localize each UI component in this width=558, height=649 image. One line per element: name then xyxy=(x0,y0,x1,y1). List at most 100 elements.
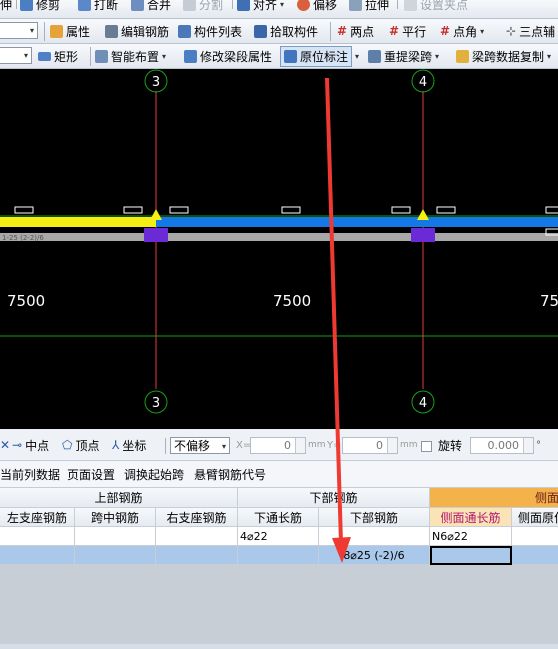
grip-point-tool[interactable]: 设置夹点 xyxy=(404,0,468,13)
table-menu: 当前列数据 页面设置 调换起始跨 悬臂钢筋代号 xyxy=(0,461,558,488)
midpoint-icon: ⊸ xyxy=(12,438,23,452)
group-header-bottom-rebar: 下部钢筋 xyxy=(238,488,430,508)
table-cell[interactable] xyxy=(0,546,75,565)
span-data-copy-button[interactable]: 梁跨数据复制 ▾ xyxy=(456,44,551,68)
layer-combo[interactable]: ▾ xyxy=(0,22,38,39)
merge-icon xyxy=(131,0,144,11)
col-side-in-situ-rebar[interactable]: 侧面原位 xyxy=(512,508,558,527)
properties-button[interactable]: 属性 xyxy=(50,19,90,43)
drawing-canvas[interactable]: 3 4 1-25 (2-2)/6 7500 7500 75 3 4 xyxy=(0,69,558,429)
vertex-snap[interactable]: ⬠ 顶点 xyxy=(62,436,99,454)
table-cell[interactable] xyxy=(75,546,156,565)
extend-tool[interactable]: 拉伸 xyxy=(349,0,389,13)
beam-rebar-table: 上部钢筋 下部钢筋 侧面钢 左支座钢筋 跨中钢筋 右支座钢筋 下通长筋 下部钢筋… xyxy=(0,488,558,644)
col-right-support-rebar[interactable]: 右支座钢筋 xyxy=(156,508,238,527)
extend-icon xyxy=(349,0,362,11)
plan-drawing[interactable]: 3 4 1-25 (2-2)/6 7500 7500 75 3 4 xyxy=(0,69,558,429)
grip-icon xyxy=(404,0,417,11)
table-cell[interactable]: 8⌀25 (-2)/6 xyxy=(319,546,430,565)
offset-tool[interactable]: 偏移 xyxy=(297,0,337,13)
table-cell[interactable] xyxy=(319,527,430,546)
bottom-scroll-area[interactable] xyxy=(0,644,558,649)
axis-bubble-bottom-3: 3 xyxy=(144,390,168,414)
re-extract-span-button[interactable]: 重提梁跨 ▾ xyxy=(368,44,439,68)
menu-cantilever-rebar-code[interactable]: 悬臂钢筋代号 xyxy=(194,466,266,483)
split-tool[interactable]: 分割 xyxy=(183,0,223,13)
dimension-label-3: 75 xyxy=(540,292,558,310)
menu-current-column-data[interactable]: 当前列数据 xyxy=(0,466,60,483)
table-cell[interactable] xyxy=(156,546,238,565)
snap-bar: ✕ ⊸ 中点 ⬠ 顶点 ⅄ 坐标 不偏移 ▾ X= 0 mm Y= 0 mm 旋转 0.… xyxy=(0,430,558,461)
beam-label: 1-25 (2-2)/6 xyxy=(2,234,44,242)
table-cell[interactable] xyxy=(156,527,238,546)
axis-label-bottom-3: 3 xyxy=(152,396,160,411)
trim-tool[interactable]: 修剪 xyxy=(20,0,60,13)
column-4 xyxy=(411,228,435,242)
col-bottom-continuous-rebar[interactable]: 下通长筋 xyxy=(238,508,319,527)
col-bottom-rebar[interactable]: 下部钢筋 xyxy=(319,508,430,527)
table-cell[interactable]: N6⌀22 xyxy=(430,527,512,546)
table-cell[interactable] xyxy=(75,527,156,546)
y-offset-input[interactable]: 0 xyxy=(342,437,398,454)
copy-brush-icon xyxy=(456,49,469,63)
break-icon xyxy=(78,0,91,11)
three-point-aux-button[interactable]: ⊹ 三点辅 xyxy=(506,19,555,43)
col-midspan-rebar[interactable]: 跨中钢筋 xyxy=(75,508,156,527)
active-table-cell[interactable] xyxy=(430,546,512,565)
two-point-button[interactable]: # 两点 xyxy=(337,19,374,43)
edit-toolbar: 伸 修剪 打断 合并 分割 对齐 ▾ 偏移 拉伸 设置夹点 xyxy=(0,0,558,19)
split-icon xyxy=(183,0,196,11)
component-list-button[interactable]: 构件列表 xyxy=(178,19,242,43)
point-angle-icon: # xyxy=(440,24,451,38)
pick-icon xyxy=(254,24,267,38)
rotate-checkbox[interactable] xyxy=(421,441,432,452)
coordinate-snap[interactable]: ⅄ 坐标 xyxy=(112,436,146,454)
re-extract-icon xyxy=(368,49,381,63)
menu-swap-start-span[interactable]: 调换起始跨 xyxy=(124,466,184,483)
group-header-side-rebar: 侧面钢 xyxy=(430,488,558,508)
table-cell[interactable] xyxy=(512,546,558,565)
x-label: X= xyxy=(236,439,252,451)
parallel-button[interactable]: # 平行 xyxy=(389,19,426,43)
pick-component-button[interactable]: 拾取构件 xyxy=(254,19,318,43)
col-side-continuous-rebar[interactable]: 侧面通长筋 xyxy=(430,508,512,527)
dimension-label-1: 7500 xyxy=(7,292,45,310)
two-point-icon: # xyxy=(337,24,348,38)
column-3 xyxy=(144,228,168,242)
dimension-label-2: 7500 xyxy=(273,292,311,310)
table-cell[interactable] xyxy=(512,527,558,546)
table-cell[interactable] xyxy=(238,546,319,565)
smart-layout-icon xyxy=(95,49,108,63)
point-angle-button[interactable]: # 点角 ▾ xyxy=(440,19,484,43)
modify-segment-icon xyxy=(184,49,197,63)
col-left-support-rebar[interactable]: 左支座钢筋 xyxy=(0,508,75,527)
draw-mode-combo[interactable]: ▾ xyxy=(0,47,32,64)
x-unit: mm xyxy=(308,440,326,450)
x-offset-input[interactable]: 0 xyxy=(250,437,306,454)
table-cell[interactable]: 4⌀22 xyxy=(238,527,319,546)
offset-icon xyxy=(297,0,310,11)
align-tool[interactable]: 对齐 ▾ xyxy=(237,0,284,13)
snap-prev-button[interactable]: ✕ xyxy=(0,436,10,454)
rotate-angle-input[interactable]: 0.000 xyxy=(470,437,534,454)
edit-rebar-button[interactable]: 编辑钢筋 xyxy=(105,19,169,43)
coordinate-icon: ⅄ xyxy=(112,438,120,452)
offset-mode-select[interactable]: 不偏移 ▾ xyxy=(170,437,230,454)
y-label: Y= xyxy=(327,439,342,451)
table-cell[interactable] xyxy=(0,527,75,546)
empty-rows xyxy=(0,565,558,644)
beam-lower-band xyxy=(0,233,558,241)
menu-page-setup[interactable]: 页面设置 xyxy=(67,466,115,483)
smart-layout-button[interactable]: 智能布置 ▾ xyxy=(95,44,166,68)
stretch-tool[interactable]: 伸 xyxy=(0,0,12,13)
break-tool[interactable]: 打断 xyxy=(78,0,118,13)
in-situ-annotation-button[interactable]: 原位标注 xyxy=(280,46,353,67)
merge-tool[interactable]: 合并 xyxy=(131,0,171,13)
three-point-icon: ⊹ xyxy=(506,24,517,38)
rectangle-button[interactable]: 矩形 xyxy=(38,44,78,68)
annotation-dropdown[interactable]: ▾ xyxy=(355,44,359,68)
properties-icon xyxy=(50,24,63,38)
axis-label-top-3: 3 xyxy=(152,75,160,90)
midpoint-snap[interactable]: ⊸ 中点 xyxy=(12,436,49,454)
modify-beam-segment-button[interactable]: 修改梁段属性 xyxy=(184,44,272,68)
